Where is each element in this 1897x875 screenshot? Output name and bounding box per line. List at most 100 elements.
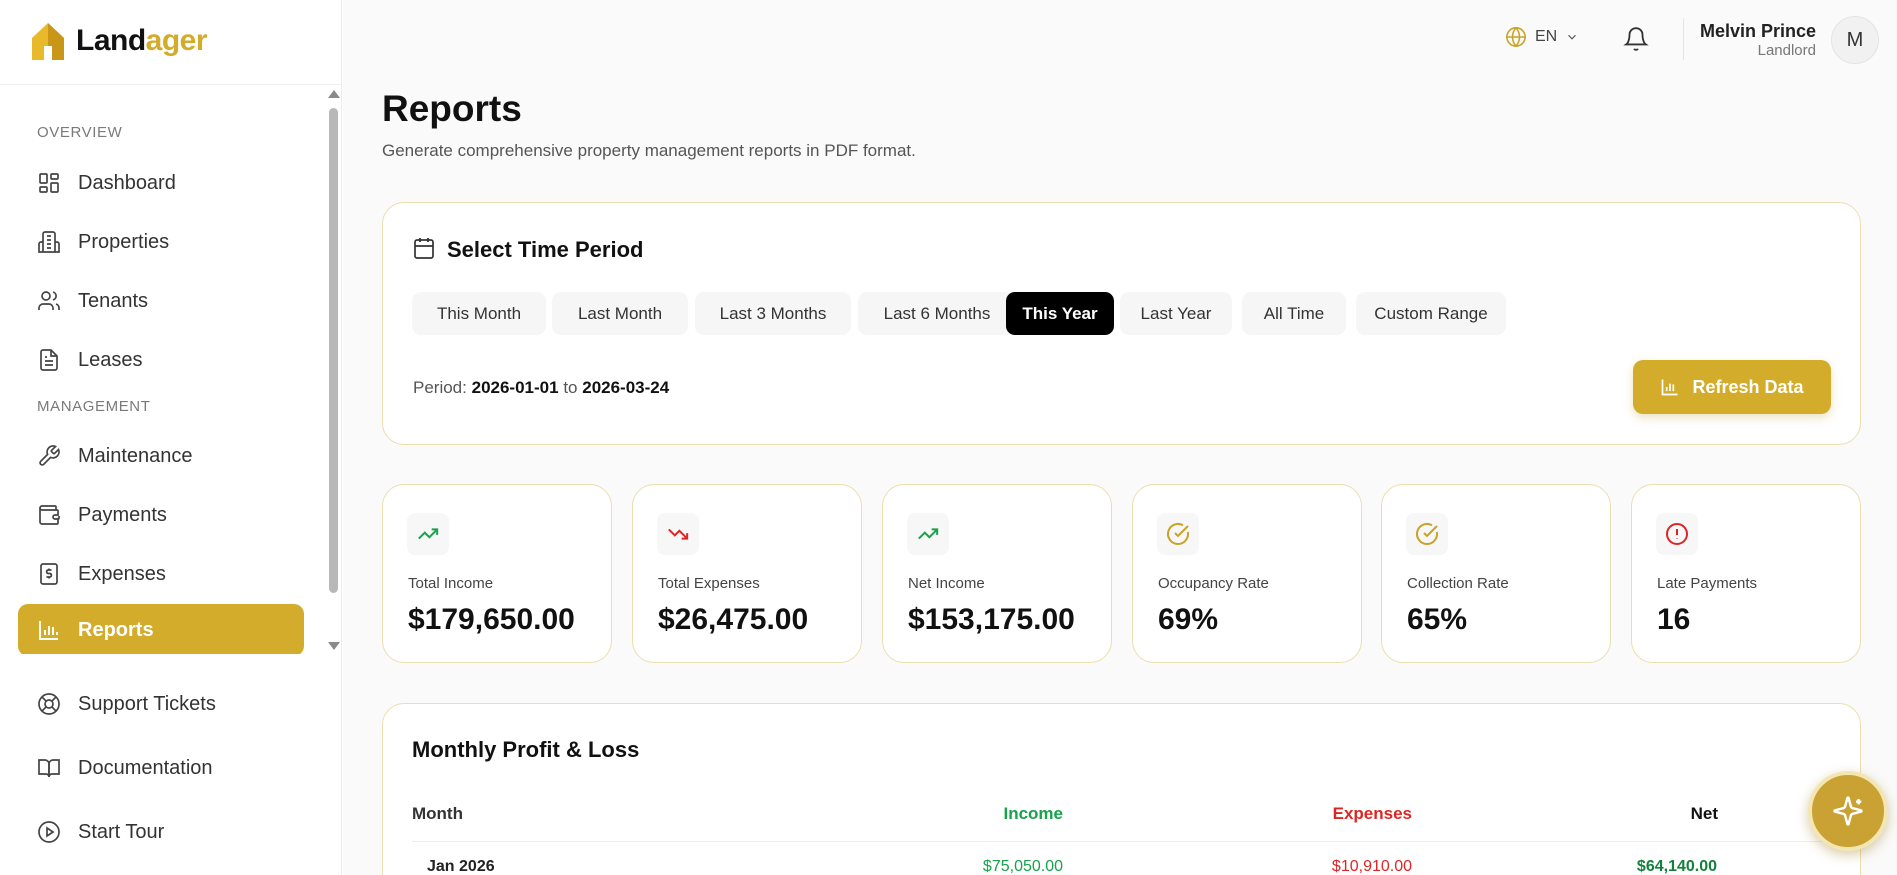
- ai-assistant-button[interactable]: [1808, 771, 1888, 851]
- sidebar-item-payments[interactable]: Payments: [18, 489, 304, 541]
- stat-icon-box: [1656, 513, 1698, 555]
- column-header-income: Income: [1003, 804, 1063, 823]
- divider: [0, 84, 341, 85]
- sidebar-item-label: Reports: [78, 618, 154, 641]
- sparkles-icon: [1833, 796, 1863, 826]
- stat-value: 16: [1657, 603, 1691, 636]
- trending-up-icon: [418, 528, 439, 540]
- sidebar-item-label: Start Tour: [78, 820, 165, 843]
- sidebar-item-dashboard[interactable]: Dashboard: [18, 157, 304, 209]
- alert-circle-icon: [1666, 523, 1688, 545]
- sidebar-item-label: Properties: [78, 230, 170, 253]
- section-label-overview: OVERVIEW: [37, 124, 123, 141]
- document-icon: [40, 349, 58, 371]
- book-icon: [38, 759, 60, 778]
- stat-card-total-income: Total Income $179,650.00: [382, 484, 612, 663]
- profit-loss-card: [382, 703, 1861, 875]
- period-option-last-6-months[interactable]: Last 6 Months: [858, 292, 1016, 335]
- sidebar-item-label: Expenses: [78, 562, 166, 585]
- sidebar-item-label: Payments: [78, 503, 167, 526]
- period-option-last-3-months[interactable]: Last 3 Months: [695, 292, 851, 335]
- receipt-icon: [40, 563, 58, 585]
- page-title: Reports: [382, 88, 522, 129]
- stat-icon-box: [657, 513, 699, 555]
- sidebar-item-label: Documentation: [78, 756, 213, 779]
- users-icon: [38, 291, 60, 310]
- brand-logo[interactable]: Landager: [30, 18, 208, 64]
- scroll-up-arrow[interactable]: [328, 90, 340, 98]
- trending-up-icon: [918, 528, 939, 540]
- stat-icon-box: [407, 513, 449, 555]
- stat-card-collection-rate: Collection Rate 65%: [1381, 484, 1611, 663]
- sidebar-scrollbar[interactable]: [326, 86, 340, 654]
- period-option-last-month[interactable]: Last Month: [552, 292, 688, 335]
- period-label: Period:: [413, 378, 467, 397]
- check-circle-icon: [1167, 522, 1189, 545]
- scroll-thumb[interactable]: [329, 108, 338, 593]
- stat-card-net-income: Net Income $153,175.00: [882, 484, 1112, 663]
- sidebar-item-label: Maintenance: [78, 444, 193, 467]
- page-subtitle: Generate comprehensive property manageme…: [382, 141, 916, 160]
- period-option-this-year[interactable]: This Year: [1006, 292, 1114, 335]
- lifebuoy-icon: [38, 693, 60, 715]
- user-role: Landlord: [1757, 42, 1816, 59]
- sidebar-item-maintenance[interactable]: Maintenance: [18, 430, 304, 482]
- period-option-all-time[interactable]: All Time: [1242, 292, 1346, 335]
- trending-down-icon: [668, 528, 689, 540]
- stat-label: Net Income: [908, 575, 985, 592]
- user-name: Melvin Prince: [1699, 21, 1816, 41]
- scroll-down-arrow[interactable]: [328, 642, 340, 650]
- sidebar-item-properties[interactable]: Properties: [18, 216, 304, 268]
- building-icon: [38, 231, 60, 253]
- bar-chart-icon: [1662, 379, 1678, 396]
- period-option-last-year[interactable]: Last Year: [1120, 292, 1232, 335]
- nav-scroll-area[interactable]: OVERVIEW Dashboard Properties Tenants Le…: [0, 86, 341, 654]
- stat-icon-box: [1406, 513, 1448, 555]
- play-circle-icon: [38, 821, 60, 843]
- sidebar-item-start-tour[interactable]: Start Tour: [18, 806, 304, 858]
- brand-name: Landager: [76, 24, 208, 57]
- period-to: to: [563, 378, 578, 397]
- sidebar-item-label: Tenants: [78, 289, 149, 312]
- avatar[interactable]: M: [1831, 16, 1879, 64]
- period-option-custom-range[interactable]: Custom Range: [1356, 292, 1506, 335]
- sidebar: Landager OVERVIEW Dashboard Properties T…: [0, 0, 342, 875]
- wrench-icon: [39, 445, 60, 466]
- sidebar-item-leases[interactable]: Leases: [18, 334, 304, 386]
- sidebar-item-label: Leases: [78, 348, 143, 371]
- section-label-management: MANAGEMENT: [37, 398, 151, 415]
- stat-card-total-expenses: Total Expenses $26,475.00: [632, 484, 862, 663]
- stat-label: Total Expenses: [658, 575, 760, 592]
- period-range-text: Period: 2026-01-01 to 2026-03-24: [413, 378, 669, 398]
- stat-value: $153,175.00: [908, 603, 1075, 636]
- main-content: EN Melvin Prince Landlord M Reports Gene…: [343, 0, 1897, 875]
- check-circle-icon: [1416, 522, 1438, 545]
- sidebar-item-label: Dashboard: [78, 171, 176, 194]
- stat-label: Late Payments: [1657, 575, 1758, 592]
- sidebar-item-support-tickets[interactable]: Support Tickets: [18, 678, 304, 730]
- sidebar-item-documentation[interactable]: Documentation: [18, 742, 304, 794]
- stat-label: Collection Rate: [1407, 575, 1509, 592]
- house-logo-icon: [32, 23, 64, 60]
- time-period-title: Select Time Period: [447, 237, 644, 262]
- cell-month: Jan 2026: [427, 858, 495, 875]
- dashboard-icon: [39, 173, 59, 193]
- cell-income: $75,050.00: [982, 858, 1063, 875]
- stat-label: Total Income: [408, 575, 494, 592]
- sidebar-item-tenants[interactable]: Tenants: [18, 275, 304, 327]
- stat-value: 65%: [1407, 603, 1468, 636]
- sidebar-item-expenses[interactable]: Expenses: [18, 548, 304, 600]
- stat-value: $179,650.00: [408, 603, 575, 636]
- profit-loss-title: Monthly Profit & Loss: [412, 737, 640, 762]
- period-option-this-month[interactable]: This Month: [412, 292, 546, 335]
- cell-net: $64,140.00: [1636, 858, 1717, 875]
- stat-value: $26,475.00: [658, 603, 809, 636]
- refresh-data-button[interactable]: Refresh Data: [1633, 360, 1831, 414]
- sidebar-item-reports[interactable]: Reports: [18, 604, 304, 654]
- column-header-month: Month: [412, 804, 463, 823]
- stat-label: Occupancy Rate: [1158, 575, 1269, 592]
- cell-expenses: $10,910.00: [1331, 858, 1412, 875]
- bar-chart-icon: [39, 621, 58, 640]
- refresh-data-label: Refresh Data: [1692, 376, 1804, 397]
- stat-card-late-payments: Late Payments 16: [1631, 484, 1861, 663]
